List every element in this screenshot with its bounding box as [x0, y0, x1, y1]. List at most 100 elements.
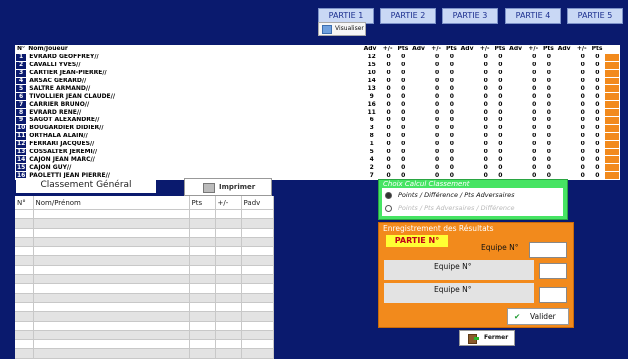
pts-cell[interactable]: 0 — [589, 60, 606, 70]
diff-cell[interactable]: 0 — [477, 76, 494, 86]
adv-cell[interactable] — [458, 84, 479, 94]
adv-cell[interactable] — [458, 60, 479, 70]
adv-cell[interactable] — [410, 100, 431, 110]
diff-cell[interactable]: 0 — [429, 84, 445, 94]
diff-cell[interactable]: 0 — [526, 100, 543, 110]
pts-cell[interactable]: 0 — [492, 139, 509, 149]
diff-cell[interactable]: 0 — [380, 155, 397, 165]
pts-cell[interactable]: 0 — [492, 52, 509, 62]
diff-cell[interactable]: 0 — [380, 131, 397, 141]
pts-cell[interactable]: 0 — [443, 60, 460, 70]
adv-cell[interactable] — [410, 131, 431, 141]
pts-cell[interactable]: 0 — [589, 100, 606, 110]
pts-cell[interactable]: 0 — [541, 139, 557, 149]
diff-cell[interactable]: 0 — [526, 108, 543, 118]
adv-cell[interactable]: 8 — [361, 131, 382, 141]
diff-cell[interactable]: 0 — [574, 171, 591, 181]
adv-cell[interactable] — [555, 155, 576, 165]
adv-cell[interactable] — [555, 92, 576, 102]
diff-cell[interactable]: 0 — [380, 139, 397, 149]
pts-cell[interactable]: 0 — [395, 123, 412, 133]
adv-cell[interactable] — [458, 100, 479, 110]
diff-cell[interactable]: 0 — [526, 155, 543, 165]
adv-cell[interactable] — [410, 60, 431, 70]
pts-cell[interactable]: 0 — [492, 100, 509, 110]
pts-cell[interactable]: 0 — [395, 100, 412, 110]
adv-cell[interactable] — [507, 123, 528, 133]
adv-cell[interactable] — [458, 131, 479, 141]
imprimer-button[interactable]: Imprimer — [184, 178, 272, 196]
diff-cell[interactable]: 0 — [477, 131, 494, 141]
diff-cell[interactable]: 0 — [477, 92, 494, 102]
diff-cell[interactable]: 0 — [574, 131, 591, 141]
pts-cell[interactable]: 0 — [395, 76, 412, 86]
diff-cell[interactable]: 0 — [477, 52, 494, 62]
pts-cell[interactable]: 0 — [541, 68, 557, 78]
equipe3-input[interactable] — [539, 287, 567, 303]
diff-cell[interactable]: 0 — [574, 52, 591, 62]
diff-cell[interactable]: 0 — [477, 68, 494, 78]
pts-cell[interactable]: 0 — [395, 139, 412, 149]
pts-cell[interactable]: 0 — [589, 171, 606, 181]
pts-cell[interactable]: 0 — [541, 100, 557, 110]
diff-cell[interactable]: 0 — [526, 123, 543, 133]
adv-cell[interactable] — [458, 139, 479, 149]
diff-cell[interactable]: 0 — [380, 147, 397, 157]
diff-cell[interactable]: 0 — [380, 76, 397, 86]
diff-cell[interactable]: 0 — [477, 163, 494, 173]
pts-cell[interactable]: 0 — [589, 131, 606, 141]
adv-cell[interactable] — [507, 52, 528, 62]
diff-cell[interactable]: 0 — [574, 68, 591, 78]
pts-cell[interactable]: 0 — [395, 147, 412, 157]
pts-cell[interactable]: 0 — [589, 108, 606, 118]
diff-cell[interactable]: 0 — [380, 123, 397, 133]
adv-cell[interactable] — [507, 163, 528, 173]
pts-cell[interactable]: 0 — [395, 68, 412, 78]
pts-cell[interactable]: 0 — [589, 84, 606, 94]
pts-cell[interactable]: 0 — [541, 163, 557, 173]
adv-cell[interactable]: 11 — [361, 108, 382, 118]
pts-cell[interactable]: 0 — [589, 139, 606, 149]
diff-cell[interactable]: 0 — [477, 139, 494, 149]
pts-cell[interactable]: 0 — [589, 52, 606, 62]
pts-cell[interactable]: 0 — [443, 123, 460, 133]
diff-cell[interactable]: 0 — [526, 163, 543, 173]
diff-cell[interactable]: 0 — [429, 155, 445, 165]
diff-cell[interactable]: 0 — [429, 108, 445, 118]
adv-cell[interactable]: 14 — [361, 76, 382, 86]
adv-cell[interactable] — [410, 52, 431, 62]
pts-cell[interactable]: 0 — [395, 84, 412, 94]
pts-cell[interactable]: 0 — [395, 116, 412, 125]
adv-cell[interactable] — [410, 155, 431, 165]
pts-cell[interactable]: 0 — [541, 108, 557, 118]
adv-cell[interactable]: 4 — [361, 155, 382, 165]
pts-cell[interactable]: 0 — [541, 123, 557, 133]
adv-cell[interactable]: 5 — [361, 147, 382, 157]
diff-cell[interactable]: 0 — [380, 163, 397, 173]
pts-cell[interactable]: 0 — [443, 108, 460, 118]
adv-cell[interactable] — [458, 68, 479, 78]
diff-cell[interactable]: 0 — [574, 108, 591, 118]
pts-cell[interactable]: 0 — [492, 92, 509, 102]
pts-cell[interactable]: 0 — [395, 163, 412, 173]
adv-cell[interactable]: 10 — [361, 68, 382, 78]
adv-cell[interactable] — [555, 123, 576, 133]
diff-cell[interactable]: 0 — [477, 155, 494, 165]
diff-cell[interactable]: 0 — [526, 131, 543, 141]
pts-cell[interactable]: 0 — [395, 60, 412, 70]
adv-cell[interactable]: 12 — [361, 52, 382, 62]
diff-cell[interactable]: 0 — [477, 60, 494, 70]
pts-cell[interactable]: 0 — [541, 76, 557, 86]
diff-cell[interactable]: 0 — [477, 116, 494, 125]
diff-cell[interactable]: 0 — [429, 100, 445, 110]
adv-cell[interactable] — [410, 76, 431, 86]
pts-cell[interactable]: 0 — [443, 163, 460, 173]
diff-cell[interactable]: 0 — [380, 100, 397, 110]
pts-cell[interactable]: 0 — [492, 76, 509, 86]
diff-cell[interactable]: 0 — [429, 139, 445, 149]
adv-cell[interactable]: 1 — [361, 139, 382, 149]
pts-cell[interactable]: 0 — [589, 163, 606, 173]
diff-cell[interactable]: 0 — [429, 123, 445, 133]
adv-cell[interactable] — [507, 68, 528, 78]
adv-cell[interactable] — [458, 147, 479, 157]
